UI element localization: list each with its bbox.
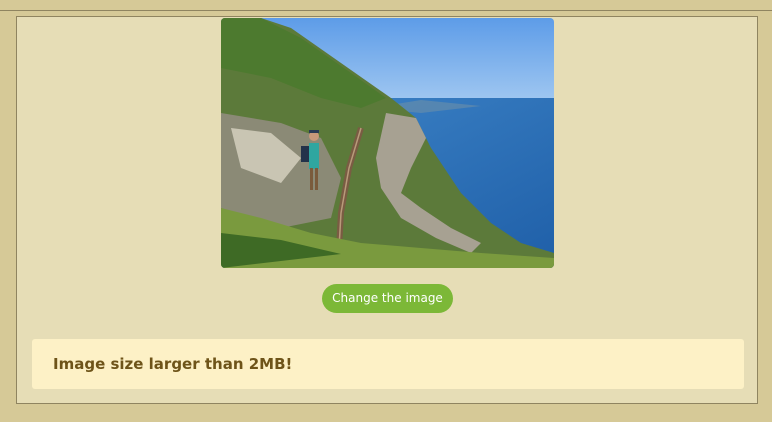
- image-preview: [221, 18, 554, 268]
- coastal-photo: [221, 18, 554, 268]
- top-divider: [0, 0, 772, 11]
- error-alert: Image size larger than 2MB!: [32, 339, 744, 389]
- upload-panel: Change the image Image size larger than …: [16, 16, 758, 404]
- change-image-button[interactable]: Change the image: [322, 284, 453, 313]
- alert-message: Image size larger than 2MB!: [53, 355, 293, 373]
